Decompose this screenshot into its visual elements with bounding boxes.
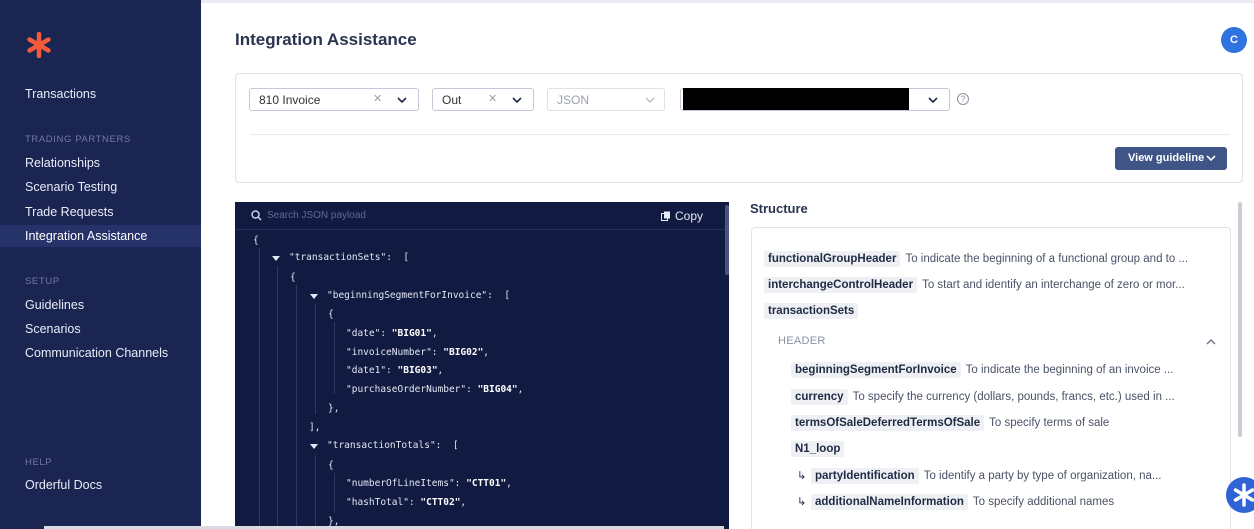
chevron-down-icon (645, 97, 655, 103)
structure-item[interactable]: termsOfSaleDeferredTermsOfSale To specify… (791, 415, 1109, 431)
sidebar-item-relationships[interactable]: Relationships (25, 156, 100, 170)
sidebar-section-help: HELP (25, 457, 53, 468)
indent-guide (334, 322, 335, 394)
header-section-label: HEADER (778, 335, 826, 347)
json-line: "date": "BIG01", (346, 328, 438, 339)
view-guideline-button[interactable]: View guideline (1115, 147, 1227, 170)
sidebar-section-trading-partners: TRADING PARTNERS (25, 134, 131, 145)
sidebar-item-transactions[interactable]: Transactions (25, 87, 96, 101)
indent-guide (315, 304, 316, 414)
structure-item[interactable]: N1_loop (791, 441, 845, 457)
copy-button[interactable]: Copy (661, 209, 704, 223)
structure-title: Structure (750, 201, 808, 216)
indent-guide (259, 248, 260, 529)
json-line: "date1": "BIG03", (346, 365, 444, 376)
json-line: }, (328, 403, 340, 414)
help-icon[interactable]: ? (957, 93, 969, 105)
sidebar-item-integration-assistance[interactable]: Integration Assistance (0, 225, 201, 247)
structure-item[interactable]: ↳ partyIdentification To identify a party … (797, 468, 1162, 484)
json-line: "beginningSegmentForInvoice": [ (327, 290, 511, 301)
json-line: "numberOfLineItems": "CTT01", (346, 478, 512, 489)
json-line: "transactionSets": [ (289, 252, 410, 263)
transaction-type-select[interactable]: 810 Invoice ✕ (249, 88, 419, 111)
sidebar-item-scenarios[interactable]: Scenarios (25, 322, 81, 336)
json-line: "hashTotal": "CTT02", (346, 497, 467, 508)
direction-select[interactable]: Out ✕ (432, 88, 534, 111)
format-select[interactable]: JSON (547, 88, 665, 111)
sidebar-section-setup: SETUP (25, 276, 60, 287)
orderful-logo-icon (1233, 483, 1254, 507)
indent-guide (315, 455, 316, 529)
structure-item[interactable]: ↳ additionalNameInformation To specify add… (797, 494, 1114, 510)
sidebar-item-guidelines[interactable]: Guidelines (25, 298, 84, 312)
structure-item[interactable]: currency To specify the currency (dollars… (791, 389, 1175, 405)
search-icon (251, 210, 262, 221)
indent-guide (277, 266, 278, 529)
json-line: { (328, 309, 334, 320)
structure-scrollbar[interactable] (1238, 202, 1242, 437)
json-line: "invoiceNumber": "BIG02", (346, 347, 490, 358)
structure-item[interactable]: functionalGroupHeader To indicate the beg… (764, 251, 1188, 267)
json-line: { (253, 235, 259, 246)
divider (250, 134, 1230, 135)
sidebar-item-orderful-docs[interactable]: Orderful Docs (25, 478, 102, 492)
expand-toggle-icon[interactable] (310, 294, 318, 299)
structure-item[interactable]: beginningSegmentForInvoice To indicate th… (791, 362, 1173, 378)
direction-value: Out (442, 93, 462, 107)
chevron-up-icon[interactable] (1205, 337, 1217, 347)
child-arrow-icon: ↳ (797, 496, 807, 508)
json-line: ], (309, 422, 321, 433)
redacted-value (683, 88, 909, 110)
sidebar-item-trade-requests[interactable]: Trade Requests (25, 205, 113, 219)
chevron-down-icon[interactable] (927, 94, 939, 106)
clear-icon[interactable]: ✕ (373, 92, 382, 105)
top-border (201, 0, 1254, 3)
json-line: { (328, 460, 334, 471)
json-scrollbar[interactable] (725, 205, 729, 275)
indent-guide (296, 285, 297, 529)
copy-icon (661, 211, 670, 221)
search-placeholder: Search JSON payload (267, 210, 366, 221)
clear-icon[interactable]: ✕ (488, 92, 497, 105)
view-guideline-label: View guideline (1128, 152, 1205, 164)
json-line: "purchaseOrderNumber": "BIG04", (346, 384, 524, 395)
json-search-bar[interactable]: Search JSON payload (235, 202, 729, 230)
page-title: Integration Assistance (235, 30, 417, 49)
child-arrow-icon: ↳ (797, 470, 807, 482)
expand-toggle-icon[interactable] (310, 444, 318, 449)
expand-toggle-icon[interactable] (272, 256, 280, 261)
json-line: { (290, 272, 296, 283)
chevron-down-icon[interactable] (396, 94, 408, 106)
format-value: JSON (557, 93, 590, 107)
sidebar-item-communication-channels[interactable]: Communication Channels (25, 346, 168, 360)
sidebar: Transactions TRADING PARTNERS Relationsh… (0, 0, 201, 529)
transaction-type-value: 810 Invoice (259, 93, 321, 107)
orderful-logo-icon[interactable] (26, 32, 52, 58)
indent-guide (334, 473, 335, 513)
structure-item[interactable]: transactionSets (764, 303, 859, 319)
chevron-down-icon[interactable] (511, 94, 523, 106)
user-avatar[interactable]: C (1221, 27, 1247, 53)
copy-label: Copy (675, 209, 704, 223)
chevron-down-icon (1206, 155, 1216, 162)
support-widget-button[interactable] (1226, 477, 1254, 513)
sidebar-item-scenario-testing[interactable]: Scenario Testing (25, 180, 117, 194)
structure-item[interactable]: interchangeControlHeader To start and ide… (764, 277, 1185, 293)
json-line: "transactionTotals": [ (327, 440, 459, 451)
